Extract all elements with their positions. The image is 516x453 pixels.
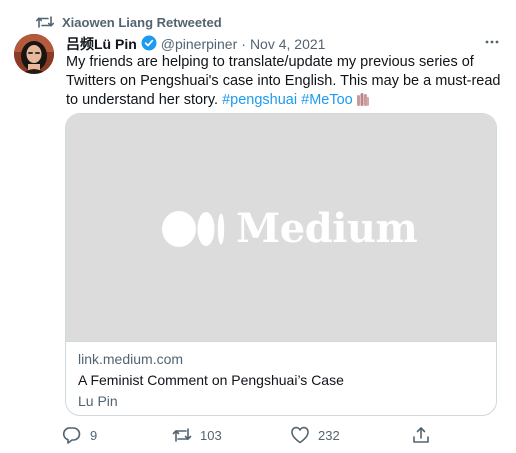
card-author: Lu Pin bbox=[78, 393, 118, 409]
retweet-button[interactable]: 103 bbox=[172, 424, 222, 446]
retweet-context[interactable]: Xiaowen Liang Retweeted bbox=[36, 12, 222, 32]
display-name[interactable]: 吕频Lü Pin bbox=[66, 34, 137, 54]
share-button[interactable] bbox=[412, 424, 430, 446]
hashtag-pengshuai[interactable]: #pengshuai bbox=[222, 92, 297, 108]
like-count: 232 bbox=[318, 427, 340, 443]
retweet-icon bbox=[36, 15, 54, 29]
card-title: A Feminist Comment on Pengshuai’s Case bbox=[78, 372, 344, 388]
retweet-count: 103 bbox=[200, 427, 222, 443]
reply-icon bbox=[62, 425, 82, 445]
retweet-action-icon bbox=[172, 427, 192, 443]
reply-button[interactable]: 9 bbox=[62, 424, 97, 446]
avatar[interactable] bbox=[14, 34, 54, 74]
reply-count: 9 bbox=[90, 427, 98, 443]
more-icon[interactable] bbox=[484, 34, 500, 55]
card-meta: link.medium.com A Feminist Comment on Pe… bbox=[78, 350, 484, 411]
retweet-label: Xiaowen Liang Retweeted bbox=[62, 14, 222, 30]
medium-logo: Medium bbox=[162, 205, 418, 252]
card-domain: link.medium.com bbox=[78, 351, 184, 367]
tweet-date[interactable]: Nov 4, 2021 bbox=[250, 36, 326, 52]
handle[interactable]: @pinerpiner bbox=[161, 36, 237, 52]
separator: · bbox=[241, 36, 246, 52]
tweet-text: My friends are helping to translate/upda… bbox=[66, 53, 502, 113]
hashtag-metoo[interactable]: #MeToo bbox=[301, 92, 353, 108]
share-icon bbox=[412, 426, 430, 444]
heart-icon bbox=[290, 426, 310, 444]
link-card[interactable]: Medium link.medium.com A Feminist Commen… bbox=[65, 113, 497, 416]
tweet-actions: 9 103 232 bbox=[62, 424, 462, 446]
medium-wordmark: Medium bbox=[236, 205, 418, 252]
like-button[interactable]: 232 bbox=[290, 424, 340, 446]
tweet-header: 吕频Lü Pin @pinerpiner · Nov 4, 2021 bbox=[66, 34, 500, 54]
card-image[interactable]: Medium bbox=[66, 114, 496, 342]
verified-badge-icon bbox=[141, 35, 157, 54]
metoo-emoji-icon bbox=[356, 92, 370, 113]
